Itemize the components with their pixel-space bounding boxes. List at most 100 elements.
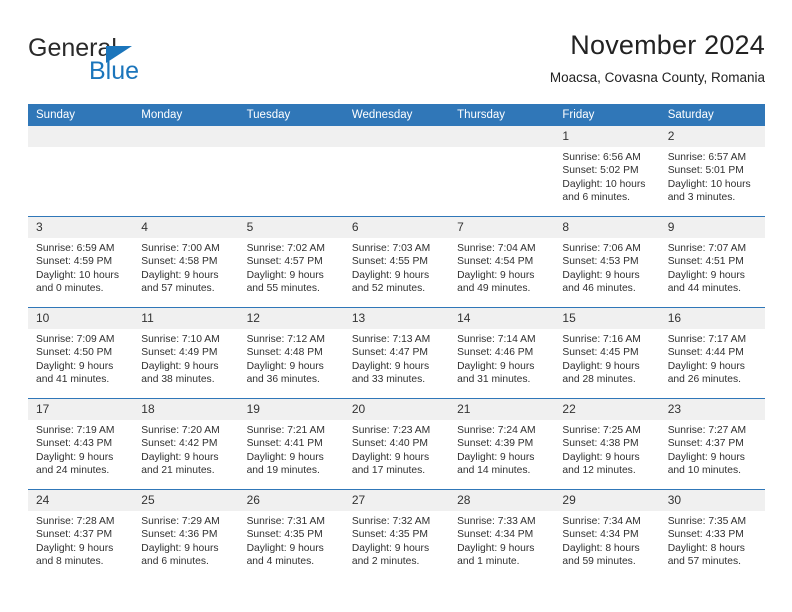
- day-cell-inner: 9 Sunrise: 7:07 AM Sunset: 4:51 PM Daylight…: [659, 217, 765, 307]
- day-number: 15: [554, 308, 660, 329]
- daylight-text: Daylight: 9 hours and 52 minutes.: [351, 269, 430, 294]
- day-cell-inner: [238, 126, 344, 216]
- sunrise-text: Sunrise: 7:12 AM: [246, 334, 325, 345]
- sunset-text: Sunset: 4:59 PM: [36, 256, 113, 268]
- calendar-day-cell[interactable]: 21 Sunrise: 7:24 AM Sunset: 4:39 PM Dayligh…: [449, 398, 555, 490]
- day-details: Sunrise: 7:09 AM Sunset: 4:50 PM Daylight:…: [28, 329, 133, 386]
- calendar-day-cell[interactable]: 10 Sunrise: 7:09 AM Sunset: 4:50 PM Dayligh…: [28, 307, 134, 399]
- day-number: 24: [28, 490, 134, 511]
- day-cell-inner: 28 Sunrise: 7:33 AM Sunset: 4:34 PM Dayligh…: [449, 490, 555, 580]
- calendar-day-cell[interactable]: 28 Sunrise: 7:33 AM Sunset: 4:34 PM Dayligh…: [449, 489, 555, 580]
- day-details: Sunrise: 7:19 AM Sunset: 4:43 PM Daylight:…: [28, 420, 133, 477]
- daylight-text: Daylight: 9 hours and 21 minutes.: [141, 451, 219, 476]
- day-cell-inner: 24 Sunrise: 7:28 AM Sunset: 4:37 PM Dayligh…: [28, 490, 134, 580]
- calendar-day-cell[interactable]: 24 Sunrise: 7:28 AM Sunset: 4:37 PM Dayligh…: [28, 489, 134, 580]
- calendar-day-cell[interactable]: 2 Sunrise: 6:57 AM Sunset: 5:01 PM Daylight…: [659, 126, 765, 217]
- day-number: 25: [133, 490, 239, 511]
- calendar-day-cell[interactable]: 6 Sunrise: 7:03 AM Sunset: 4:55 PM Daylight…: [343, 216, 450, 308]
- sunset-text: Sunset: 4:34 PM: [562, 529, 639, 541]
- calendar-day-cell[interactable]: 29 Sunrise: 7:34 AM Sunset: 4:34 PM Dayligh…: [554, 489, 660, 580]
- calendar-day-cell[interactable]: 26 Sunrise: 7:31 AM Sunset: 4:35 PM Dayligh…: [238, 489, 344, 580]
- sunset-text: Sunset: 4:45 PM: [562, 347, 639, 359]
- day-number: 4: [133, 217, 239, 238]
- daylight-text: Daylight: 9 hours and 8 minutes.: [36, 542, 114, 567]
- calendar-day-cell[interactable]: 1 Sunrise: 6:56 AM Sunset: 5:02 PM Daylight…: [554, 126, 660, 217]
- day-details: Sunrise: 7:00 AM Sunset: 4:58 PM Daylight:…: [133, 238, 238, 295]
- calendar-day-cell[interactable]: 25 Sunrise: 7:29 AM Sunset: 4:36 PM Dayligh…: [133, 489, 239, 580]
- day-details: Sunrise: 7:32 AM Sunset: 4:35 PM Daylight:…: [344, 511, 449, 568]
- sunset-text: Sunset: 4:39 PM: [457, 438, 534, 450]
- weekday-header-saturday: Saturday: [659, 104, 765, 126]
- calendar-day-cell[interactable]: 12 Sunrise: 7:12 AM Sunset: 4:48 PM Dayligh…: [238, 307, 344, 399]
- day-cell-inner: 8 Sunrise: 7:06 AM Sunset: 4:53 PM Daylight…: [554, 217, 660, 307]
- calendar-day-cell[interactable]: 20 Sunrise: 7:23 AM Sunset: 4:40 PM Dayligh…: [343, 398, 450, 490]
- daylight-text: Daylight: 9 hours and 6 minutes.: [141, 542, 219, 567]
- day-number: 27: [343, 490, 450, 511]
- day-number: 23: [659, 399, 765, 420]
- sunset-text: Sunset: 5:02 PM: [562, 165, 639, 177]
- day-details: Sunrise: 7:02 AM Sunset: 4:57 PM Daylight:…: [239, 238, 344, 295]
- daylight-text: Daylight: 9 hours and 10 minutes.: [667, 451, 745, 476]
- sunset-text: Sunset: 4:35 PM: [246, 529, 323, 541]
- day-number: [28, 126, 134, 147]
- calendar-day-cell[interactable]: 19 Sunrise: 7:21 AM Sunset: 4:41 PM Dayligh…: [238, 398, 344, 490]
- day-number: 28: [449, 490, 555, 511]
- calendar-day-cell[interactable]: 15 Sunrise: 7:16 AM Sunset: 4:45 PM Dayligh…: [554, 307, 660, 399]
- sunset-text: Sunset: 4:48 PM: [246, 347, 323, 359]
- day-number: 12: [238, 308, 344, 329]
- calendar-day-cell[interactable]: 4 Sunrise: 7:00 AM Sunset: 4:58 PM Daylight…: [133, 216, 239, 308]
- day-details: Sunrise: 7:14 AM Sunset: 4:46 PM Daylight:…: [449, 329, 554, 386]
- calendar-day-cell[interactable]: 18 Sunrise: 7:20 AM Sunset: 4:42 PM Dayligh…: [133, 398, 239, 490]
- calendar-day-cell[interactable]: 14 Sunrise: 7:14 AM Sunset: 4:46 PM Dayligh…: [449, 307, 555, 399]
- calendar-day-cell[interactable]: 11 Sunrise: 7:10 AM Sunset: 4:49 PM Dayligh…: [133, 307, 239, 399]
- calendar-day-cell[interactable]: 7 Sunrise: 7:04 AM Sunset: 4:54 PM Daylight…: [449, 216, 555, 308]
- calendar-day-cell[interactable]: 13 Sunrise: 7:13 AM Sunset: 4:47 PM Dayligh…: [343, 307, 450, 399]
- calendar-day-cell[interactable]: 22 Sunrise: 7:25 AM Sunset: 4:38 PM Dayligh…: [554, 398, 660, 490]
- sunrise-text: Sunrise: 7:21 AM: [246, 425, 325, 436]
- calendar-day-cell[interactable]: 23 Sunrise: 7:27 AM Sunset: 4:37 PM Dayligh…: [659, 398, 765, 490]
- day-number: 18: [133, 399, 239, 420]
- page-subtitle: Moacsa, Covasna County, Romania: [549, 70, 765, 85]
- sunrise-text: Sunrise: 7:09 AM: [36, 334, 115, 345]
- sunset-text: Sunset: 4:37 PM: [667, 438, 744, 450]
- sunset-text: Sunset: 4:58 PM: [141, 256, 218, 268]
- sunrise-text: Sunrise: 6:56 AM: [562, 152, 641, 163]
- calendar-day-cell[interactable]: 27 Sunrise: 7:32 AM Sunset: 4:35 PM Dayligh…: [343, 489, 450, 580]
- calendar-day-cell[interactable]: 5 Sunrise: 7:02 AM Sunset: 4:57 PM Daylight…: [238, 216, 344, 308]
- sunset-text: Sunset: 4:46 PM: [457, 347, 534, 359]
- sunrise-text: Sunrise: 7:27 AM: [667, 425, 747, 436]
- day-number: [449, 126, 555, 147]
- calendar-day-cell[interactable]: 9 Sunrise: 7:07 AM Sunset: 4:51 PM Daylight…: [659, 216, 765, 308]
- daylight-text: Daylight: 9 hours and 28 minutes.: [562, 360, 640, 385]
- day-cell-inner: 1 Sunrise: 6:56 AM Sunset: 5:02 PM Daylight…: [554, 126, 660, 216]
- day-cell-inner: [449, 126, 555, 216]
- calendar-day-cell[interactable]: 17 Sunrise: 7:19 AM Sunset: 4:43 PM Dayligh…: [28, 398, 134, 490]
- calendar-day-cell[interactable]: 30 Sunrise: 7:35 AM Sunset: 4:33 PM Dayligh…: [659, 489, 765, 580]
- day-cell-inner: 30 Sunrise: 7:35 AM Sunset: 4:33 PM Dayligh…: [659, 490, 765, 580]
- day-number: [343, 126, 450, 147]
- daylight-text: Daylight: 9 hours and 55 minutes.: [246, 269, 324, 294]
- day-cell-inner: 16 Sunrise: 7:17 AM Sunset: 4:44 PM Dayligh…: [659, 308, 765, 398]
- daylight-text: Daylight: 9 hours and 19 minutes.: [246, 451, 324, 476]
- sunset-text: Sunset: 4:40 PM: [351, 438, 428, 450]
- calendar-day-cell[interactable]: 8 Sunrise: 7:06 AM Sunset: 4:53 PM Daylight…: [554, 216, 660, 308]
- calendar-day-cell-empty: [133, 126, 239, 217]
- weekday-header-wednesday: Wednesday: [343, 104, 450, 126]
- day-cell-inner: 27 Sunrise: 7:32 AM Sunset: 4:35 PM Dayligh…: [343, 490, 450, 580]
- sunrise-text: Sunrise: 7:24 AM: [457, 425, 536, 436]
- calendar-week-row: 24 Sunrise: 7:28 AM Sunset: 4:37 PM Dayligh…: [28, 489, 765, 580]
- calendar-day-cell[interactable]: 3 Sunrise: 6:59 AM Sunset: 4:59 PM Daylight…: [28, 216, 134, 308]
- weekday-header-monday: Monday: [133, 104, 239, 126]
- day-cell-inner: 11 Sunrise: 7:10 AM Sunset: 4:49 PM Dayligh…: [133, 308, 239, 398]
- day-number: [133, 126, 239, 147]
- calendar-day-cell[interactable]: 16 Sunrise: 7:17 AM Sunset: 4:44 PM Dayligh…: [659, 307, 765, 399]
- day-details: Sunrise: 7:13 AM Sunset: 4:47 PM Daylight:…: [344, 329, 449, 386]
- day-cell-inner: 25 Sunrise: 7:29 AM Sunset: 4:36 PM Dayligh…: [133, 490, 239, 580]
- sunrise-text: Sunrise: 7:29 AM: [141, 516, 220, 527]
- day-details: Sunrise: 7:07 AM Sunset: 4:51 PM Daylight:…: [660, 238, 765, 295]
- generalblue-logo[interactable]: General Blue: [28, 34, 258, 90]
- sunrise-text: Sunrise: 6:57 AM: [667, 152, 747, 163]
- sunrise-text: Sunrise: 7:32 AM: [351, 516, 431, 527]
- calendar-body: 1 Sunrise: 6:56 AM Sunset: 5:02 PM Daylight…: [28, 126, 765, 580]
- day-details: Sunrise: 7:28 AM Sunset: 4:37 PM Daylight:…: [28, 511, 133, 568]
